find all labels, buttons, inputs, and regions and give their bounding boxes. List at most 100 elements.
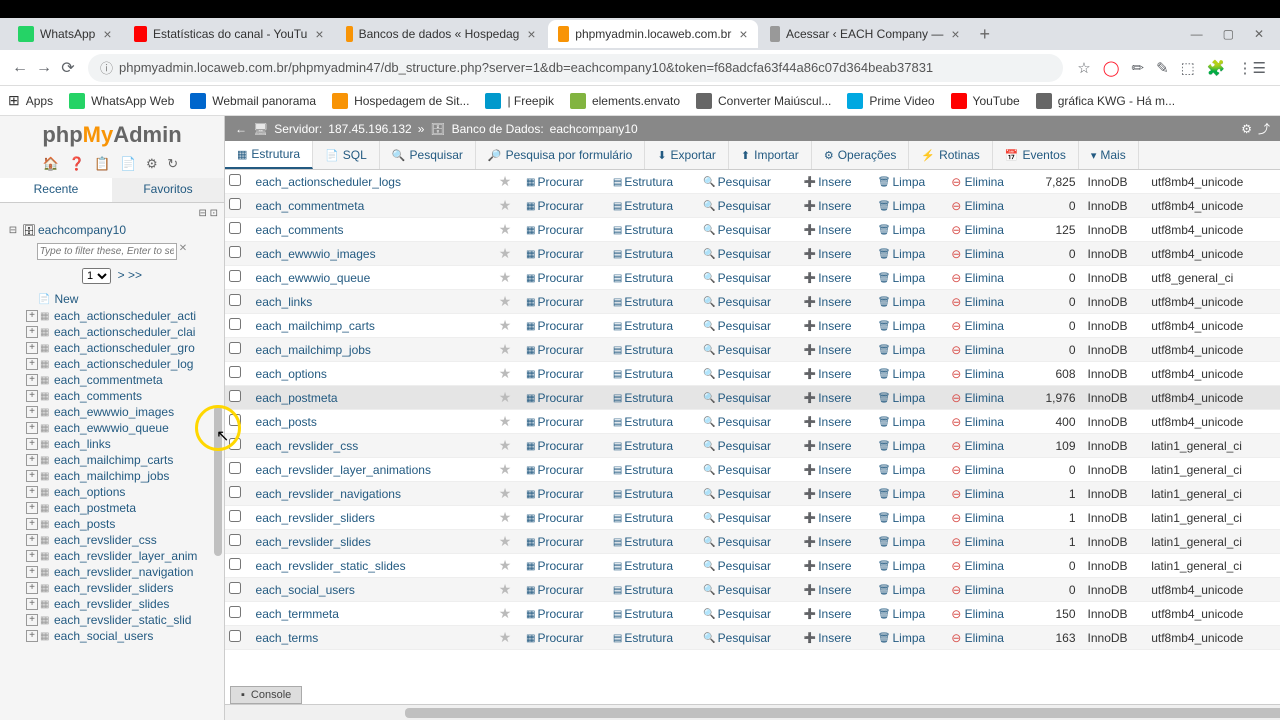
- browse-action[interactable]: ▦Procurar: [526, 487, 583, 501]
- tree-expand-icon[interactable]: +: [26, 310, 38, 322]
- structure-action[interactable]: ▤Estrutura: [613, 199, 673, 213]
- browse-action[interactable]: ▦Procurar: [526, 583, 583, 597]
- tree-table-item[interactable]: +▦each_revslider_sliders: [8, 580, 224, 596]
- insert-action[interactable]: ➕Insere: [804, 247, 852, 261]
- structure-action[interactable]: ▤Estrutura: [613, 439, 673, 453]
- insert-action[interactable]: ➕Insere: [804, 607, 852, 621]
- tree-table-item[interactable]: +▦each_actionscheduler_gro: [8, 340, 224, 356]
- sidebar-tab-favorites[interactable]: Favoritos: [112, 178, 224, 202]
- drop-action[interactable]: ⊖ Elimina: [951, 223, 1004, 237]
- browse-action[interactable]: ▦Procurar: [526, 391, 583, 405]
- table-name-link[interactable]: each_revslider_slides: [252, 530, 495, 554]
- bookmark-item[interactable]: YouTube: [951, 92, 1020, 109]
- insert-action[interactable]: ➕Insere: [804, 271, 852, 285]
- empty-action[interactable]: 🗑Limpa: [878, 511, 925, 525]
- opera-icon[interactable]: ◯: [1103, 59, 1120, 77]
- search-action[interactable]: 🔍Pesquisar: [703, 487, 771, 501]
- tree-expand-icon[interactable]: +: [26, 470, 38, 482]
- favorite-star-icon[interactable]: ★: [495, 170, 522, 194]
- drop-action[interactable]: ⊖ Elimina: [951, 295, 1004, 309]
- structure-action[interactable]: ▤Estrutura: [613, 607, 673, 621]
- table-name-link[interactable]: each_revslider_css: [252, 434, 495, 458]
- drop-action[interactable]: ⊖ Elimina: [951, 487, 1004, 501]
- minimize-button[interactable]: —: [1191, 27, 1203, 41]
- tree-table-item[interactable]: +▦each_social_users: [8, 628, 224, 644]
- browser-tab[interactable]: Estatísticas do canal - YouTu×: [124, 20, 334, 48]
- tree-expand-icon[interactable]: +: [26, 422, 38, 434]
- empty-action[interactable]: 🗑Limpa: [878, 391, 925, 405]
- drop-action[interactable]: ⊖ Elimina: [951, 535, 1004, 549]
- row-checkbox[interactable]: [229, 438, 241, 450]
- new-tab-button[interactable]: +: [980, 24, 991, 45]
- empty-action[interactable]: 🗑Limpa: [878, 247, 925, 261]
- browse-action[interactable]: ▦Procurar: [526, 199, 583, 213]
- tree-table-item[interactable]: +▦each_ewwwio_images: [8, 404, 224, 420]
- tree-expand-icon[interactable]: +: [26, 630, 38, 642]
- search-action[interactable]: 🔍Pesquisar: [703, 463, 771, 477]
- structure-action[interactable]: ▤Estrutura: [613, 511, 673, 525]
- tree-filter-input[interactable]: [37, 243, 177, 260]
- empty-action[interactable]: 🗑Limpa: [878, 487, 925, 501]
- tree-expand-icon[interactable]: +: [26, 358, 38, 370]
- drop-action[interactable]: ⊖ Elimina: [951, 319, 1004, 333]
- favorite-star-icon[interactable]: ★: [495, 626, 522, 650]
- empty-action[interactable]: 🗑Limpa: [878, 463, 925, 477]
- browse-action[interactable]: ▦Procurar: [526, 607, 583, 621]
- console-button[interactable]: ▪ Console: [230, 686, 302, 704]
- table-name-link[interactable]: each_mailchimp_jobs: [252, 338, 495, 362]
- apps-button[interactable]: ⊞ Apps: [8, 92, 53, 109]
- table-name-link[interactable]: each_ewwwio_images: [252, 242, 495, 266]
- menu-icon[interactable]: ⋮☰: [1238, 59, 1266, 77]
- drop-action[interactable]: ⊖ Elimina: [951, 367, 1004, 381]
- table-name-link[interactable]: each_ewwwio_queue: [252, 266, 495, 290]
- browse-action[interactable]: ▦Procurar: [526, 271, 583, 285]
- row-checkbox[interactable]: [229, 294, 241, 306]
- drop-action[interactable]: ⊖ Elimina: [951, 391, 1004, 405]
- search-action[interactable]: 🔍Pesquisar: [703, 295, 771, 309]
- browse-action[interactable]: ▦Procurar: [526, 631, 583, 645]
- row-checkbox[interactable]: [229, 390, 241, 402]
- empty-action[interactable]: 🗑Limpa: [878, 319, 925, 333]
- favorite-star-icon[interactable]: ★: [495, 410, 522, 434]
- drop-action[interactable]: ⊖ Elimina: [951, 439, 1004, 453]
- reload-button[interactable]: ⟳: [56, 58, 80, 78]
- table-name-link[interactable]: each_commentmeta: [252, 194, 495, 218]
- tree-expand-icon[interactable]: +: [26, 326, 38, 338]
- empty-action[interactable]: 🗑Limpa: [878, 631, 925, 645]
- search-action[interactable]: 🔍Pesquisar: [703, 367, 771, 381]
- tree-new-table[interactable]: 📄New: [8, 290, 224, 308]
- structure-action[interactable]: ▤Estrutura: [613, 223, 673, 237]
- favorite-star-icon[interactable]: ★: [495, 338, 522, 362]
- bookmark-item[interactable]: gráfica KWG - Há m...: [1036, 92, 1175, 109]
- structure-action[interactable]: ▤Estrutura: [613, 559, 673, 573]
- tree-table-item[interactable]: +▦each_mailchimp_jobs: [8, 468, 224, 484]
- filter-clear-icon[interactable]: ✕: [179, 243, 187, 260]
- content-tab-sql[interactable]: 📄SQL: [313, 141, 380, 169]
- insert-action[interactable]: ➕Insere: [804, 439, 852, 453]
- search-action[interactable]: 🔍Pesquisar: [703, 343, 771, 357]
- row-checkbox[interactable]: [229, 342, 241, 354]
- maximize-button[interactable]: ▢: [1223, 27, 1234, 41]
- table-name-link[interactable]: each_revslider_layer_animations: [252, 458, 495, 482]
- table-name-link[interactable]: each_options: [252, 362, 495, 386]
- close-tab-icon[interactable]: ×: [951, 26, 959, 42]
- tree-expand-icon[interactable]: +: [26, 550, 38, 562]
- insert-action[interactable]: ➕Insere: [804, 295, 852, 309]
- favorite-star-icon[interactable]: ★: [495, 578, 522, 602]
- search-action[interactable]: 🔍Pesquisar: [703, 607, 771, 621]
- tree-table-item[interactable]: +▦each_revslider_static_slid: [8, 612, 224, 628]
- ext-icon-1[interactable]: ✏: [1132, 59, 1145, 77]
- empty-action[interactable]: 🗑Limpa: [878, 295, 925, 309]
- content-tab-operações[interactable]: ⚙Operações: [812, 141, 910, 169]
- tree-table-item[interactable]: +▦each_revslider_css: [8, 532, 224, 548]
- favorite-star-icon[interactable]: ★: [495, 266, 522, 290]
- tree-expand-icon[interactable]: +: [26, 486, 38, 498]
- drop-action[interactable]: ⊖ Elimina: [951, 631, 1004, 645]
- tree-table-item[interactable]: +▦each_revslider_navigation: [8, 564, 224, 580]
- empty-action[interactable]: 🗑Limpa: [878, 271, 925, 285]
- row-checkbox[interactable]: [229, 486, 241, 498]
- empty-action[interactable]: 🗑Limpa: [878, 583, 925, 597]
- sidebar-tab-recent[interactable]: Recente: [0, 178, 112, 202]
- insert-action[interactable]: ➕Insere: [804, 463, 852, 477]
- breadcrumb-server[interactable]: 187.45.196.132: [328, 122, 411, 136]
